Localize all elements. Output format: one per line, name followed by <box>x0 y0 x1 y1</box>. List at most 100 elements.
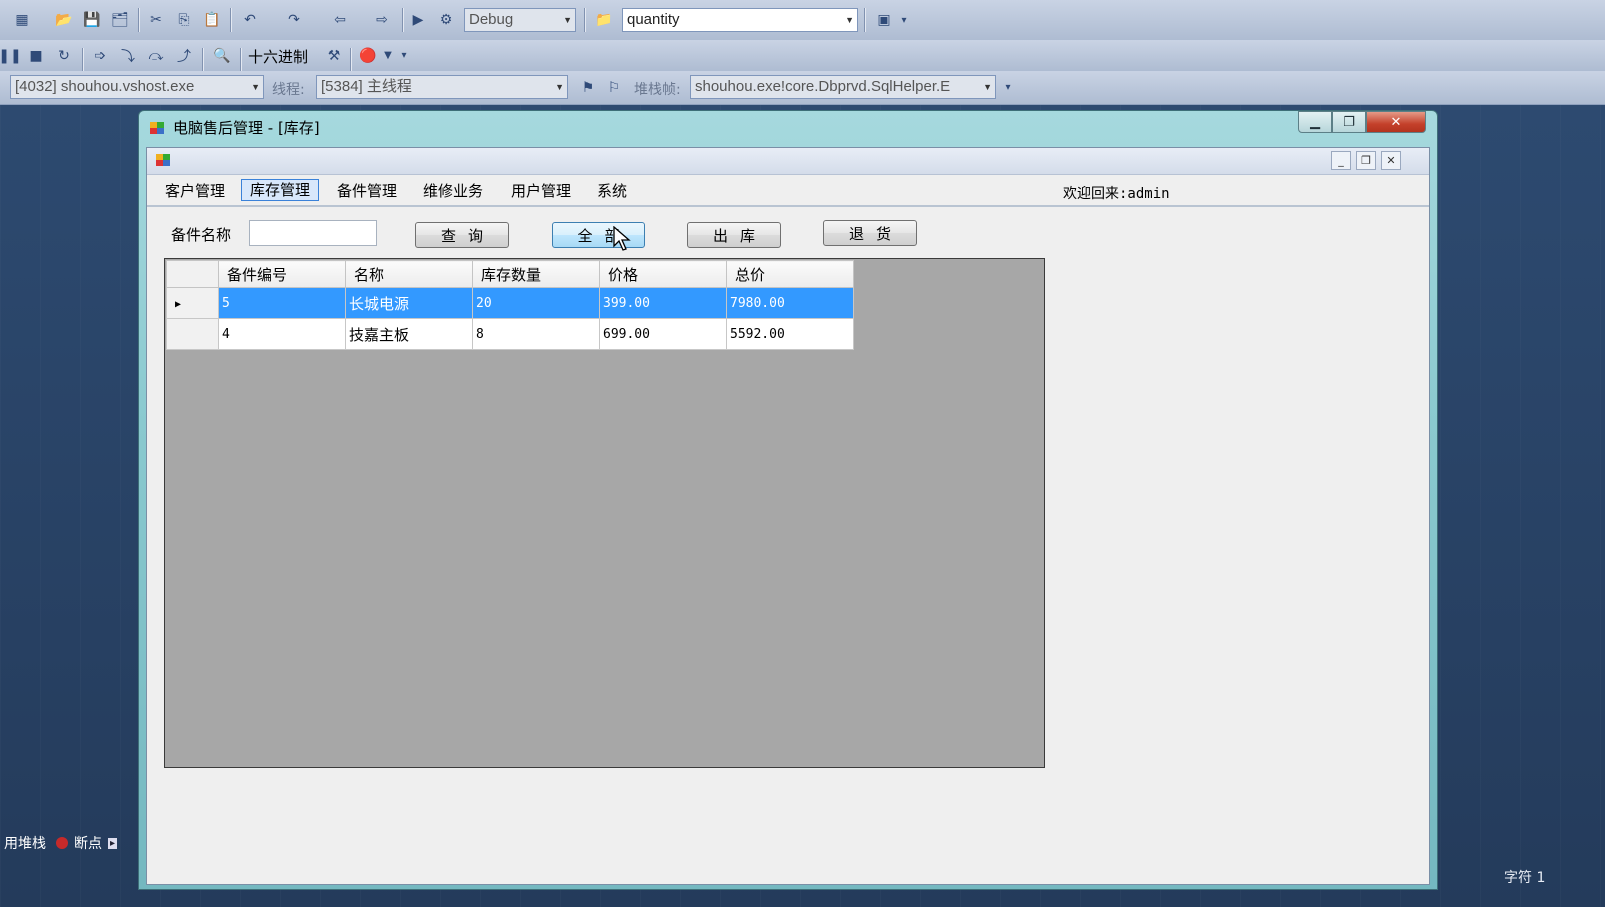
solution-explorer-icon[interactable]: ▣ <box>874 10 894 30</box>
all-button[interactable]: 全部 <box>552 222 645 248</box>
menu-system[interactable]: 系统 <box>589 181 635 201</box>
step-out-icon[interactable]: ⤴ <box>174 46 194 66</box>
threads-icon[interactable]: ⚒ <box>324 46 344 66</box>
child-app-icon <box>156 154 170 166</box>
vs-debug-toolbar: ❚❚ ■ ↻ ➩ ⤵ ⤼ ⤴ 🔍 十六进制 ⚒ 🔴 ▼ ▾ <box>0 40 1605 72</box>
stack-frame-combo[interactable]: shouhou.exe!core.Dbprvd.SqlHelper.E ▼ <box>690 75 996 99</box>
outbound-button[interactable]: 出库 <box>687 222 781 248</box>
breakpoints-window-icon[interactable]: 🔴 <box>358 46 378 66</box>
char-indicator: 字符 1 <box>1504 870 1546 886</box>
quick-watch-icon[interactable]: 🔍 <box>212 46 232 66</box>
table-row[interactable]: ▶ 5 长城电源 20 399.00 7980.00 <box>166 287 854 319</box>
child-close-button[interactable]: ✕ <box>1381 151 1401 170</box>
hex-toggle[interactable]: 十六进制 <box>248 46 308 67</box>
undo-icon[interactable]: ↶ <box>240 10 260 30</box>
thread-combo[interactable]: [5384] 主线程 ▼ <box>316 75 568 99</box>
step-into-icon[interactable]: ⤵ <box>118 46 138 66</box>
minimize-icon: _ <box>1338 154 1344 167</box>
breakpoints-tab[interactable]: 断点 <box>72 833 108 853</box>
column-header[interactable]: 价格 <box>599 260 727 288</box>
stack-frame-label: 堆栈帧: <box>634 82 681 98</box>
cell-part-id[interactable]: 4 <box>218 318 346 350</box>
start-debug-icon[interactable]: ▶ <box>408 10 428 30</box>
part-name-label: 备件名称 <box>171 226 232 244</box>
find-combo[interactable]: quantity ▼ <box>622 8 858 32</box>
child-restore-button[interactable]: ❐ <box>1356 151 1376 170</box>
cell-quantity[interactable]: 8 <box>472 318 600 350</box>
minimize-button[interactable]: ▁ <box>1298 111 1332 133</box>
attach-icon[interactable]: ⚙ <box>436 10 456 30</box>
save-icon[interactable]: 💾 <box>82 10 102 30</box>
menu-repair[interactable]: 维修业务 <box>415 181 491 201</box>
cell-total[interactable]: 5592.00 <box>726 318 854 350</box>
toolbar-options-icon[interactable]: ▾ <box>1002 78 1014 98</box>
process-combo[interactable]: [4032] shouhou.vshost.exe ▼ <box>10 75 264 99</box>
row-header[interactable] <box>166 318 219 350</box>
column-header[interactable]: 名称 <box>345 260 473 288</box>
navigate-back-icon[interactable]: ⇦ <box>330 10 350 30</box>
menu-parts[interactable]: 备件管理 <box>329 181 405 201</box>
toggle-flag-icon[interactable]: ⚑ <box>578 78 598 98</box>
navigate-forward-icon[interactable]: ⇨ <box>372 10 392 30</box>
query-button[interactable]: 查询 <box>415 222 509 248</box>
chevron-down-icon: ▼ <box>251 82 260 92</box>
open-folder-icon[interactable]: 📂 <box>54 10 74 30</box>
menu-users[interactable]: 用户管理 <box>503 181 579 201</box>
thread-label: 线程: <box>272 82 305 98</box>
copy-icon[interactable]: ⎘ <box>174 10 194 30</box>
solution-config-value: Debug <box>469 11 514 28</box>
break-all-icon[interactable]: ❚❚ <box>0 46 22 66</box>
toolbar-options-icon[interactable]: ▾ <box>898 10 910 30</box>
column-header[interactable]: 备件编号 <box>218 260 346 288</box>
maximize-icon: ❐ <box>1343 114 1355 130</box>
find-in-files-icon[interactable]: 📁 <box>594 10 614 30</box>
restart-icon[interactable]: ↻ <box>54 46 74 66</box>
column-header[interactable]: 总价 <box>726 260 854 288</box>
table-row[interactable]: 4 技嘉主板 8 699.00 5592.00 <box>166 318 854 350</box>
main-menu: 客户管理 库存管理 备件管理 维修业务 用户管理 系统 欢迎回来:admin <box>147 175 1429 207</box>
paste-icon[interactable]: 📋 <box>202 10 222 30</box>
step-over-icon[interactable]: ⤼ <box>146 46 166 66</box>
save-all-icon[interactable]: 🗂 <box>110 10 130 30</box>
cell-part-name[interactable]: 长城电源 <box>345 287 473 319</box>
cell-total[interactable]: 7980.00 <box>726 287 854 319</box>
redo-icon[interactable]: ↷ <box>284 10 304 30</box>
toolbar-options-icon[interactable]: ▾ <box>398 46 410 66</box>
chevron-down-icon[interactable]: ▼ <box>382 46 394 66</box>
solution-config-combo[interactable]: Debug ▼ <box>464 8 576 32</box>
cell-part-id[interactable]: 5 <box>218 287 346 319</box>
return-button[interactable]: 退货 <box>823 220 917 246</box>
chevron-down-icon: ▼ <box>563 15 572 25</box>
inventory-table: 备件编号 名称 库存数量 价格 总价 ▶ 5 长城电源 20 399.00 79 <box>166 260 854 350</box>
output-icon[interactable]: ▸ <box>108 837 118 849</box>
flag-all-icon[interactable]: ⚐ <box>604 78 624 98</box>
child-minimize-button[interactable]: _ <box>1331 151 1351 170</box>
minimize-icon: ▁ <box>1310 114 1320 130</box>
part-name-input[interactable] <box>249 220 377 246</box>
mouse-cursor-icon <box>613 226 631 251</box>
new-project-icon[interactable]: ▦ <box>12 10 32 30</box>
restore-icon: ❐ <box>1361 154 1371 167</box>
close-button[interactable]: ✕ <box>1366 111 1426 133</box>
cell-part-name[interactable]: 技嘉主板 <box>345 318 473 350</box>
maximize-button[interactable]: ❐ <box>1332 111 1366 133</box>
chevron-down-icon: ▼ <box>555 82 564 92</box>
menu-inventory[interactable]: 库存管理 <box>241 179 320 201</box>
cell-price[interactable]: 399.00 <box>599 287 727 319</box>
call-stack-tab[interactable]: 用堆栈 <box>0 833 50 853</box>
row-header[interactable]: ▶ <box>166 287 219 319</box>
close-icon: ✕ <box>1390 114 1402 130</box>
close-icon: ✕ <box>1386 154 1396 167</box>
current-row-arrow-icon: ▶ <box>175 298 182 310</box>
cut-icon[interactable]: ✂ <box>146 10 166 30</box>
mdi-child-window: _ ❐ ✕ 客户管理 库存管理 备件管理 维修业务 用户管理 系统 欢迎回来:a… <box>146 147 1430 885</box>
cell-quantity[interactable]: 20 <box>472 287 600 319</box>
inventory-grid[interactable]: 备件编号 名称 库存数量 价格 总价 ▶ 5 长城电源 20 399.00 79 <box>164 258 1045 768</box>
show-next-statement-icon[interactable]: ➩ <box>90 46 110 66</box>
app-window: 电脑售后管理 - [库存] ▁ ❐ ✕ _ ❐ ✕ 客户管理 库存管理 备件管理… <box>138 110 1438 890</box>
row-header-corner <box>166 260 219 288</box>
cell-price[interactable]: 699.00 <box>599 318 727 350</box>
menu-customer[interactable]: 客户管理 <box>157 181 233 201</box>
stop-debugging-icon[interactable]: ■ <box>26 46 46 66</box>
column-header[interactable]: 库存数量 <box>472 260 600 288</box>
